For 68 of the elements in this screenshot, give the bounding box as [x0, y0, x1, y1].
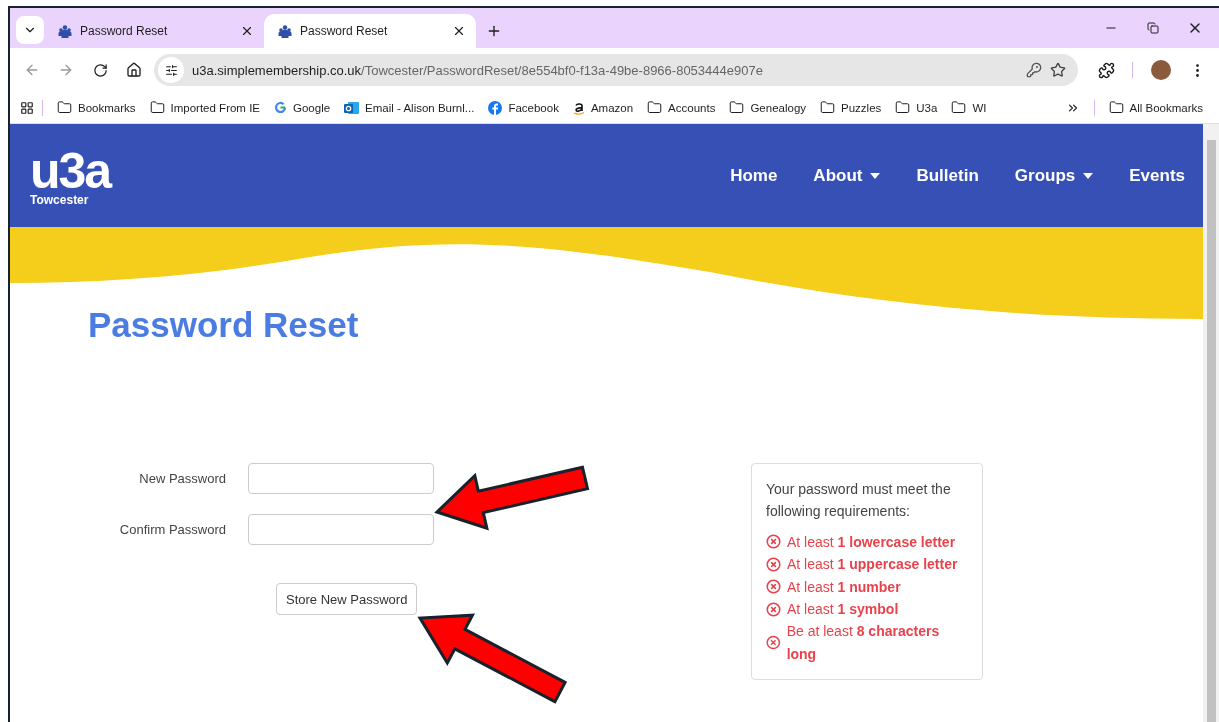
bookmark-item[interactable]: Puzzles	[814, 97, 888, 118]
password-field[interactable]	[248, 514, 434, 545]
browser-tab[interactable]: Password Reset	[44, 14, 264, 48]
tab-title: Password Reset	[80, 24, 169, 38]
address-bar[interactable]: u3a.simplemembership.co.uk/Towcester/PasswordReset/8e554bf0-f13a-49be-8966-8053444e907e	[154, 54, 1078, 86]
reload-icon[interactable]	[92, 62, 108, 78]
a-smile-icon	[572, 100, 585, 115]
folder-icon	[820, 100, 836, 115]
field-label: New Password	[138, 471, 226, 486]
folder-icon	[951, 100, 967, 115]
requirements-intro: Your password must meet the following requirements:	[766, 480, 952, 522]
browser-tab[interactable]: Password Reset	[264, 14, 476, 48]
scrollbar[interactable]	[1203, 124, 1219, 722]
nav-link[interactable]: Home	[730, 165, 778, 186]
tab-title: Password Reset	[300, 24, 389, 38]
forward-arrow-icon[interactable]	[58, 62, 74, 78]
caret-icon	[1083, 172, 1094, 179]
folder-icon	[57, 100, 72, 115]
url-text: u3a.simplemembership.co.uk/Towcester/PasswordReset/8e554bf0-f13a-49be-8966-8053444e907e	[192, 62, 764, 78]
key-icon[interactable]	[1026, 62, 1042, 78]
requirement-text: At least 1 number	[787, 577, 901, 597]
bookmark-item[interactable]: Accounts	[641, 97, 722, 118]
folder-icon	[149, 100, 165, 115]
requirement-text: At least 1 lowercase letter	[787, 532, 956, 552]
star-icon[interactable]	[1050, 62, 1066, 78]
close-icon[interactable]	[240, 24, 254, 38]
password-field[interactable]	[248, 463, 434, 494]
store-password-button[interactable]: Store New Password	[276, 583, 418, 615]
nav-link[interactable]: Groups	[1014, 165, 1094, 186]
requirement-text: Be at least 8 characters long	[786, 622, 941, 664]
logo-text: u3a	[30, 145, 111, 196]
close-icon[interactable]	[452, 24, 466, 38]
caret-icon	[870, 172, 881, 179]
bookmark-item[interactable]: All Bookmarks	[1102, 97, 1209, 118]
logo-subtitle: Towcester	[30, 193, 90, 206]
plus-icon[interactable]	[486, 23, 502, 39]
requirement-text: At least 1 symbol	[787, 599, 899, 619]
profile-avatar[interactable]	[1151, 60, 1171, 80]
field-label: Confirm Password	[118, 522, 226, 537]
people-icon	[278, 24, 292, 38]
f-circle-icon	[488, 100, 503, 115]
bookmark-item[interactable]: Bookmarks	[51, 97, 142, 118]
bookmark-item[interactable]: WI	[945, 97, 993, 118]
site-settings-button[interactable]	[158, 57, 184, 83]
folder-icon	[1108, 100, 1124, 115]
g-letter-icon	[274, 101, 287, 114]
folder-icon	[895, 100, 911, 115]
requirement-text: At least 1 uppercase letter	[787, 555, 958, 575]
bookmark-item[interactable]: Amazon	[566, 97, 640, 118]
bookmark-item[interactable]: Facebook	[482, 97, 565, 118]
home-icon[interactable]	[126, 62, 142, 78]
bookmark-item[interactable]: Genealogy	[723, 97, 813, 118]
bookmark-item[interactable]: Email - Alison Burnl...	[338, 97, 481, 118]
apps-grid-icon[interactable]	[20, 100, 34, 115]
folder-icon	[729, 100, 745, 115]
restore-icon[interactable]	[1147, 22, 1159, 34]
bookmark-item[interactable]: Google	[268, 98, 337, 117]
mail-app-icon	[344, 100, 360, 115]
puzzle-icon[interactable]	[1097, 61, 1115, 79]
nav-link[interactable]: Bulletin	[916, 165, 979, 186]
sliders-icon	[164, 63, 178, 77]
bookmark-item[interactable]: Imported From IE	[143, 97, 266, 118]
page-title: Password Reset	[88, 305, 360, 345]
bookmark-item[interactable]: U3a	[889, 97, 944, 118]
people-icon	[58, 24, 72, 38]
folder-icon	[647, 100, 663, 115]
nav-link[interactable]: About	[813, 165, 881, 186]
nav-link[interactable]: Events	[1129, 165, 1185, 186]
